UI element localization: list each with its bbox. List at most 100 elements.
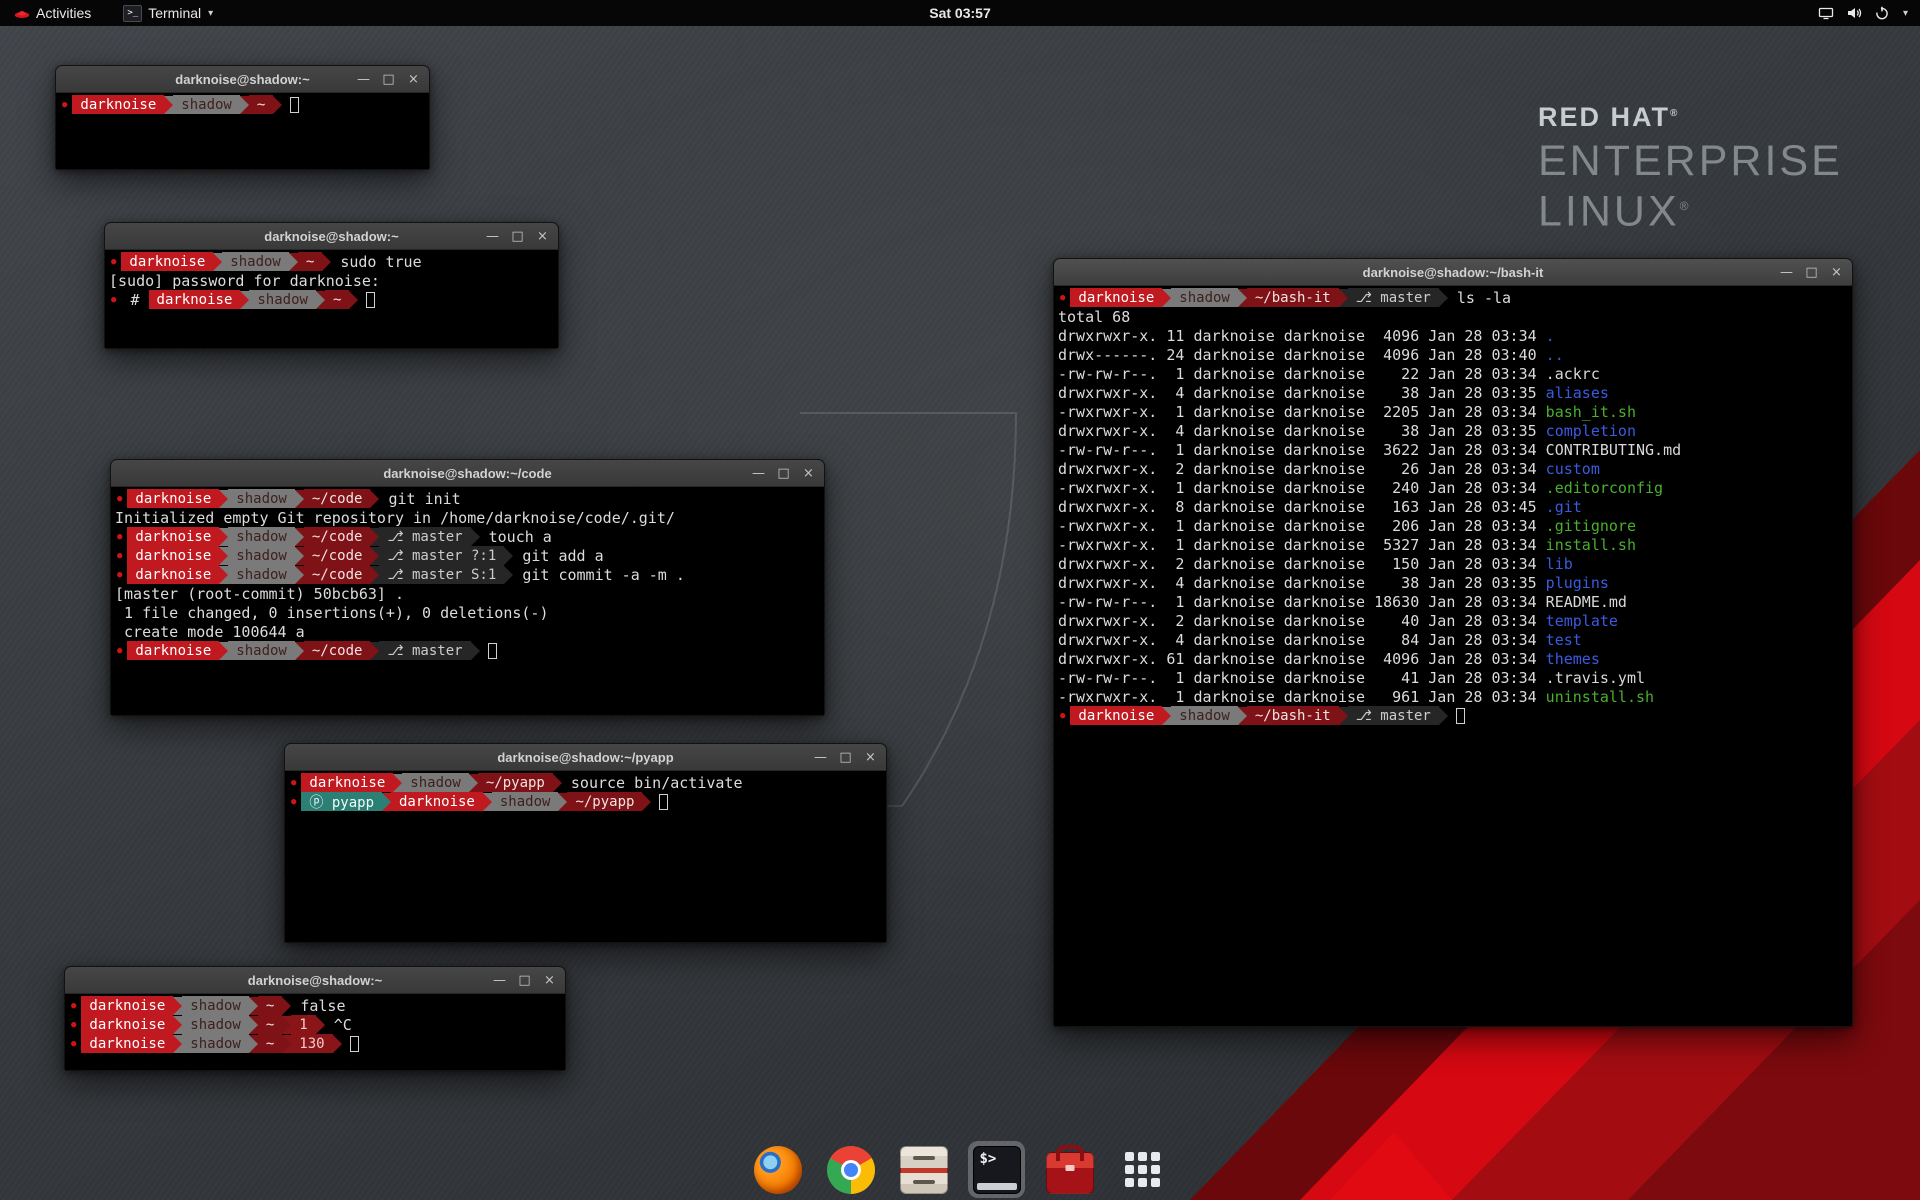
dock-item-firefox[interactable] [749, 1141, 806, 1198]
prompt-segment-venv: ⓟ pyapp [301, 792, 382, 811]
dock-item-terminal[interactable] [968, 1141, 1025, 1198]
close-button[interactable]: × [536, 229, 549, 244]
close-button[interactable]: × [407, 72, 420, 87]
prompt-segment-user: darknoise [127, 641, 219, 660]
ls-meta: drwxrwxr-x. 2 darknoise darknoise 26 Jan… [1058, 460, 1546, 478]
app-menu-terminal[interactable]: >_ Terminal ▾ [117, 0, 219, 26]
minimize-button[interactable]: — [1780, 265, 1793, 280]
prompt-redhat-icon: ● [117, 551, 122, 561]
window-buttons: — □ × [1780, 259, 1843, 285]
prompt-segment-git: ⎇ master [1348, 288, 1439, 307]
terminal-line: ●ⓟ pyappdarknoiseshadow~/pyapp [289, 792, 882, 811]
prompt-redhat-icon: ● [117, 646, 122, 656]
terminal-line: ●darknoiseshadow~/code⎇ master S:1 git c… [115, 565, 820, 584]
maximize-button[interactable]: □ [1805, 265, 1818, 280]
volume-icon [1846, 5, 1862, 21]
terminal-content[interactable]: ●darknoiseshadow~ sudo true[sudo] passwo… [105, 250, 558, 348]
powerline-arrow-icon [558, 793, 567, 811]
prompt-segment-host: shadow [182, 996, 249, 1015]
activities-button[interactable]: Activities [8, 0, 97, 26]
terminal-text: git commit -a -m . [513, 566, 685, 584]
terminal-line: ●darknoiseshadow~130 [69, 1034, 561, 1053]
system-status-area[interactable]: ▾ [1812, 0, 1914, 26]
maximize-button[interactable]: □ [839, 750, 852, 765]
maximize-button[interactable]: □ [382, 72, 395, 87]
terminal-content[interactable]: ●darknoiseshadow~/pyapp source bin/activ… [285, 771, 886, 942]
powerline-arrow-icon [1238, 707, 1247, 725]
terminal-line: ●darknoiseshadow~/pyapp source bin/activ… [289, 773, 882, 792]
ls-meta: -rw-rw-r--. 1 darknoise darknoise 22 Jan… [1058, 365, 1546, 383]
terminal-line: drwxrwxr-x. 2 darknoise darknoise 40 Jan… [1058, 611, 1848, 630]
terminal-content[interactable]: ●darknoiseshadow~ [56, 93, 429, 169]
window-buttons: — □ × [814, 744, 877, 770]
dock-item-files[interactable] [895, 1141, 952, 1198]
powerline-arrow-icon [370, 547, 379, 565]
prompt-segment-user: darknoise [391, 792, 483, 811]
powerline-arrow-icon [295, 566, 304, 584]
prompt-redhat-icon: ● [62, 100, 67, 110]
ls-meta: drwx------. 24 darknoise darknoise 4096 … [1058, 346, 1546, 364]
maximize-button[interactable]: □ [777, 466, 790, 481]
chrome-icon [827, 1146, 875, 1194]
minimize-button[interactable]: — [493, 973, 506, 988]
powerline-arrow-icon [642, 793, 651, 811]
prompt-segment-path: ~ [298, 252, 322, 271]
maximize-button[interactable]: □ [518, 973, 531, 988]
ls-filename: .. [1546, 346, 1564, 364]
minimize-button[interactable]: — [486, 229, 499, 244]
prompt-segment-path: ~/code [304, 527, 371, 546]
close-button[interactable]: × [864, 750, 877, 765]
terminal-content[interactable]: ●darknoiseshadow~/bash-it⎇ master ls -la… [1054, 286, 1852, 1026]
powerline-arrow-icon [219, 490, 228, 508]
ls-meta: drwxrwxr-x. 4 darknoise darknoise 38 Jan… [1058, 384, 1546, 402]
powerline-arrow-icon [249, 1016, 258, 1034]
rhel-logo-line1: RED HAT® [1538, 102, 1843, 133]
terminal-cursor [350, 1036, 359, 1052]
titlebar[interactable]: darknoise@shadow:~/pyapp—□× [285, 744, 886, 771]
terminal-line: ●darknoiseshadow~/code⎇ master ?:1 git a… [115, 546, 820, 565]
minimize-button[interactable]: — [357, 72, 370, 87]
terminal-text: 1 file changed, 0 insertions(+), 0 delet… [115, 604, 548, 622]
powerline-arrow-icon [219, 642, 228, 660]
prompt-segment-status: 1 [291, 1015, 315, 1034]
terminal-line: -rw-rw-r--. 1 darknoise darknoise 41 Jan… [1058, 668, 1848, 687]
close-button[interactable]: × [802, 466, 815, 481]
minimize-button[interactable]: — [752, 466, 765, 481]
titlebar[interactable]: darknoise@shadow:~—□× [65, 967, 565, 994]
powerline-arrow-icon [370, 528, 379, 546]
clock[interactable]: Sat 03:57 [929, 0, 990, 26]
window-title: darknoise@shadow:~ [175, 72, 309, 87]
window-title: darknoise@shadow:~ [264, 229, 398, 244]
dock-item-chrome[interactable] [822, 1141, 879, 1198]
maximize-button[interactable]: □ [511, 229, 524, 244]
powerline-arrow-icon [1162, 289, 1171, 307]
terminal-text: Initialized empty Git repository in /hom… [115, 509, 675, 527]
app-menu-label: Terminal [148, 5, 201, 21]
terminal-content[interactable]: ●darknoiseshadow~/code git initInitializ… [111, 487, 824, 715]
powerline-arrow-icon [1339, 289, 1348, 307]
prompt-segment-path: ~/code [304, 641, 371, 660]
powerline-arrow-icon [504, 566, 513, 584]
minimize-button[interactable]: — [814, 750, 827, 765]
dock-item-show-apps[interactable] [1114, 1141, 1171, 1198]
terminal-text: git init [379, 490, 460, 508]
powerline-arrow-icon [173, 1016, 182, 1034]
prompt-segment-path: ~/bash-it [1247, 706, 1339, 725]
terminal-content[interactable]: ●darknoiseshadow~ false●darknoiseshadow~… [65, 994, 565, 1070]
titlebar[interactable]: darknoise@shadow:~/bash-it—□× [1054, 259, 1852, 286]
ls-filename: template [1546, 612, 1618, 630]
terminal-text: # [121, 291, 148, 309]
titlebar[interactable]: darknoise@shadow:~/code—□× [111, 460, 824, 487]
titlebar[interactable]: darknoise@shadow:~ — □ × [105, 223, 558, 250]
ls-filename: . [1546, 327, 1555, 345]
dock-item-toolbox[interactable] [1041, 1141, 1098, 1198]
ls-meta: drwxrwxr-x. 4 darknoise darknoise 84 Jan… [1058, 631, 1546, 649]
terminal-line: -rw-rw-r--. 1 darknoise darknoise 22 Jan… [1058, 364, 1848, 383]
close-button[interactable]: × [543, 973, 556, 988]
titlebar[interactable]: darknoise@shadow:~ — □ × [56, 66, 429, 93]
prompt-segment-user: darknoise [72, 95, 164, 114]
terminal-cursor [659, 794, 668, 810]
terminal-line: ●darknoiseshadow~/code git init [115, 489, 820, 508]
ls-filename: .gitignore [1546, 517, 1636, 535]
close-button[interactable]: × [1830, 265, 1843, 280]
